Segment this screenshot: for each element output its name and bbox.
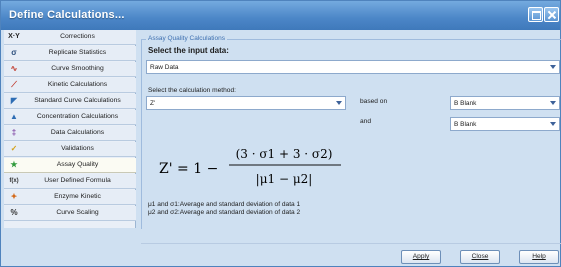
sidebar-item-concentration-calculations[interactable]: ▲ Concentration Calculations bbox=[4, 110, 136, 125]
sidebar-item-kinetic-calculations[interactable]: ⟋ Kinetic Calculations bbox=[4, 78, 136, 93]
sidebar-item-label: Assay Quality bbox=[56, 161, 99, 168]
percent-icon: % bbox=[10, 208, 18, 217]
sidebar-item-assay-quality[interactable]: ★ Assay Quality bbox=[4, 158, 136, 173]
input-data-label: Select the input data: bbox=[148, 46, 229, 55]
window-title: Define Calculations... bbox=[9, 9, 125, 21]
sidebar-item-standard-curve-calculations[interactable]: ◤ Standard Curve Calculations bbox=[4, 94, 136, 109]
kinetic-icon: ⟋ bbox=[11, 80, 17, 89]
star-icon: ★ bbox=[10, 160, 18, 169]
note-data-2: μ2 and σ2:Average and standard deviation… bbox=[148, 209, 301, 216]
based-on-value: B Blank bbox=[454, 100, 477, 107]
and-label: and bbox=[360, 118, 372, 125]
concentration-icon: ▲ bbox=[10, 112, 18, 121]
sidebar-item-label: User Defined Formula bbox=[44, 177, 111, 184]
method-select[interactable]: Z' bbox=[146, 96, 346, 110]
input-data-select[interactable]: Raw Data bbox=[146, 60, 560, 74]
footer-divider bbox=[141, 243, 561, 244]
title-bar[interactable]: Define Calculations... bbox=[1, 1, 560, 30]
xy-icon: X·Y bbox=[8, 33, 20, 40]
help-button[interactable]: Help bbox=[519, 250, 559, 264]
sidebar-item-replicate-statistics[interactable]: σ Replicate Statistics bbox=[4, 46, 136, 61]
chevron-down-icon[interactable] bbox=[334, 98, 344, 108]
enzyme-icon: ✦ bbox=[10, 192, 18, 201]
and-value: B Blank bbox=[454, 121, 477, 128]
z-prime-formula: Z' = 1 − (3 · σ1 + 3 · σ2) |μ1 − μ2| bbox=[159, 147, 341, 186]
restore-button[interactable] bbox=[528, 7, 543, 22]
sidebar-item-label: Kinetic Calculations bbox=[47, 81, 108, 88]
group-title: Assay Quality Calculations bbox=[146, 35, 227, 42]
sidebar-item-corrections[interactable]: X·Y Corrections bbox=[4, 30, 136, 45]
validation-icon: ✓ bbox=[10, 144, 18, 153]
sidebar-item-label: Enzyme Kinetic bbox=[54, 193, 101, 200]
sidebar-item-validations[interactable]: ✓ Validations bbox=[4, 142, 136, 157]
sigma-icon: σ bbox=[11, 48, 17, 57]
sidebar-item-user-defined-formula[interactable]: f(x) User Defined Formula bbox=[4, 174, 136, 189]
sidebar-item-curve-smoothing[interactable]: ∿ Curve Smoothing bbox=[4, 62, 136, 77]
standard-curve-icon: ◤ bbox=[10, 96, 18, 105]
based-on-label: based on bbox=[360, 98, 388, 105]
formula-numerator: (3 · σ1 + 3 · σ2) bbox=[236, 147, 333, 161]
formula-lhs: Z' = 1 − bbox=[159, 161, 218, 177]
sidebar-item-curve-scaling[interactable]: % Curve Scaling bbox=[4, 206, 136, 221]
sidebar-item-label: Curve Scaling bbox=[56, 209, 99, 216]
define-calculations-window: Define Calculations... X·Y Corrections σ… bbox=[0, 0, 561, 267]
note-data-1: μ1 and σ1:Average and standard deviation… bbox=[148, 201, 301, 208]
sidebar-item-label: Corrections bbox=[60, 33, 95, 40]
and-select[interactable]: B Blank bbox=[450, 117, 560, 131]
chevron-down-icon[interactable] bbox=[548, 119, 558, 129]
formula-icon: f(x) bbox=[9, 178, 19, 184]
input-data-value: Raw Data bbox=[150, 64, 179, 71]
apply-button[interactable]: Apply bbox=[401, 250, 441, 264]
close-icon[interactable] bbox=[544, 7, 559, 22]
sidebar-item-label: Curve Smoothing bbox=[51, 65, 104, 72]
chevron-down-icon[interactable] bbox=[548, 62, 558, 72]
chevron-down-icon[interactable] bbox=[548, 98, 558, 108]
data-calc-icon: ‡ bbox=[11, 128, 17, 137]
sidebar-item-label: Data Calculations bbox=[50, 129, 105, 136]
close-button[interactable]: Close bbox=[460, 250, 500, 264]
sidebar-item-label: Standard Curve Calculations bbox=[34, 97, 121, 104]
sidebar-item-data-calculations[interactable]: ‡ Data Calculations bbox=[4, 126, 136, 141]
sidebar-item-label: Replicate Statistics bbox=[48, 49, 107, 56]
formula-denominator: |μ1 − μ2| bbox=[256, 172, 313, 186]
calculation-type-list: X·Y Corrections σ Replicate Statistics ∿ Cu… bbox=[4, 30, 136, 228]
based-on-select[interactable]: B Blank bbox=[450, 96, 560, 110]
method-label: Select the calculation method: bbox=[148, 87, 236, 94]
sidebar-item-label: Concentration Calculations bbox=[36, 113, 119, 120]
curve-smoothing-icon: ∿ bbox=[10, 64, 18, 73]
sidebar-item-enzyme-kinetic[interactable]: ✦ Enzyme Kinetic bbox=[4, 190, 136, 205]
sidebar-item-label: Validations bbox=[61, 145, 94, 152]
method-value: Z' bbox=[150, 100, 156, 107]
